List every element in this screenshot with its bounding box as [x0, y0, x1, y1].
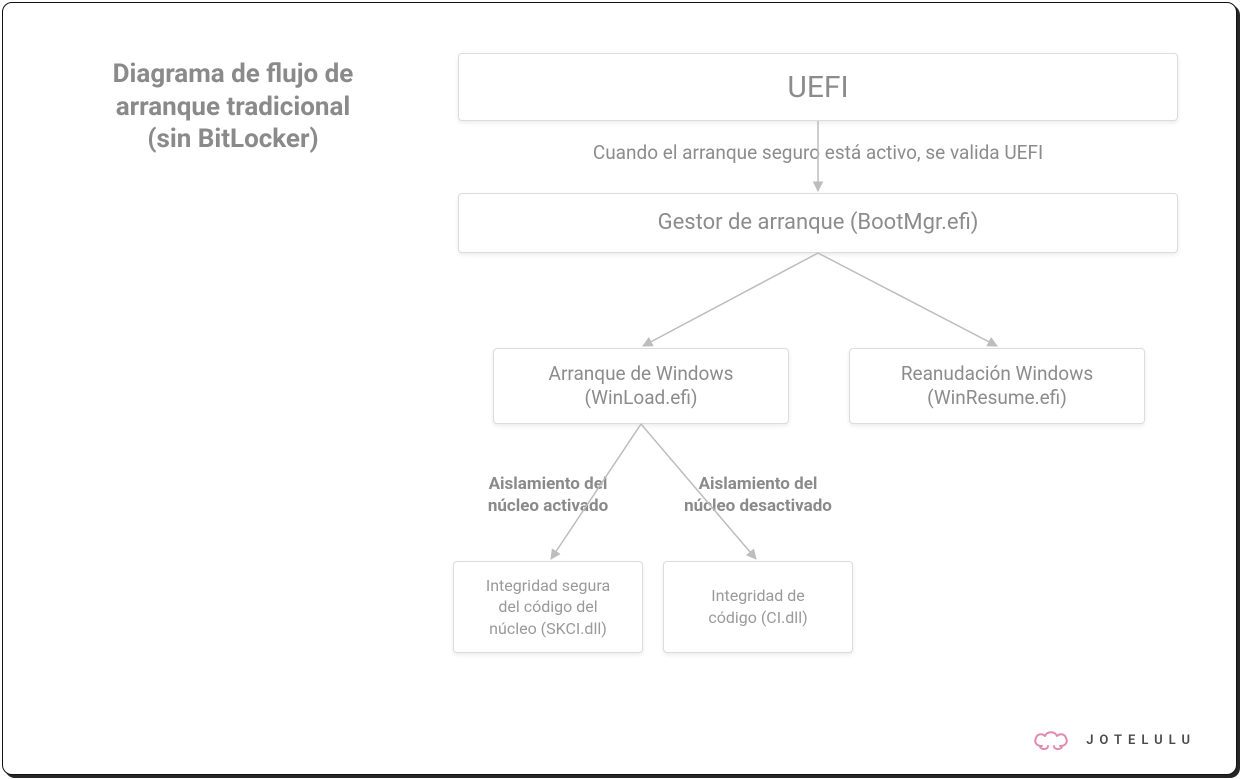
node-label-line: (WinResume.efi) [868, 386, 1126, 410]
title-line: (sin BitLocker) [83, 123, 383, 156]
node-label-line: Integridad de [682, 585, 834, 607]
node-label-line: (WinLoad.efi) [512, 386, 770, 410]
title-line: arranque tradicional [83, 91, 383, 124]
edge-label-line: Aislamiento del [663, 473, 853, 495]
arrow-bootmgr-winload [643, 253, 818, 346]
edge-label-line: núcleo activado [453, 495, 643, 517]
diagram-title: Diagrama de flujo de arranque tradiciona… [83, 58, 383, 156]
node-skci: Integridad segura del código del núcleo … [453, 561, 643, 653]
node-label-line: del código del [472, 596, 624, 618]
edge-label-core-off: Aislamiento del núcleo desactivado [663, 473, 853, 517]
edge-label-line: Aislamiento del [453, 473, 643, 495]
node-label-line: Reanudación Windows [868, 362, 1126, 386]
edge-label-core-on: Aislamiento del núcleo activado [453, 473, 643, 517]
node-label-line: Arranque de Windows [512, 362, 770, 386]
edge-label-line: núcleo desactivado [663, 495, 853, 517]
node-label: Reanudación Windows (WinResume.efi) [868, 362, 1126, 410]
node-uefi: UEFI [458, 53, 1178, 121]
edge-label-secure-boot: Cuando el arranque seguro está activo, s… [458, 141, 1178, 164]
node-label-line: código (CI.dll) [682, 607, 834, 629]
node-bootmgr: Gestor de arranque (BootMgr.efi) [458, 193, 1178, 253]
arrow-bootmgr-winresume [818, 253, 997, 346]
node-winload: Arranque de Windows (WinLoad.efi) [493, 348, 789, 424]
node-label-line: núcleo (SKCI.dll) [472, 618, 624, 640]
node-ci: Integridad de código (CI.dll) [663, 561, 853, 653]
node-winresume: Reanudación Windows (WinResume.efi) [849, 348, 1145, 424]
node-label-line: Integridad segura [472, 575, 624, 597]
brand-logo: JOTELULU [1030, 728, 1196, 752]
title-line: Diagrama de flujo de [83, 58, 383, 91]
node-label: Integridad segura del código del núcleo … [472, 575, 624, 640]
cloud-icon [1030, 728, 1074, 752]
node-label: Arranque de Windows (WinLoad.efi) [512, 362, 770, 410]
node-label: UEFI [477, 70, 1159, 105]
node-label: Integridad de código (CI.dll) [682, 585, 834, 628]
diagram-canvas: Diagrama de flujo de arranque tradiciona… [0, 0, 1241, 779]
brand-name: JOTELULU [1086, 733, 1196, 748]
diagram-frame: Diagrama de flujo de arranque tradiciona… [2, 2, 1237, 775]
node-label: Gestor de arranque (BootMgr.efi) [477, 209, 1159, 237]
